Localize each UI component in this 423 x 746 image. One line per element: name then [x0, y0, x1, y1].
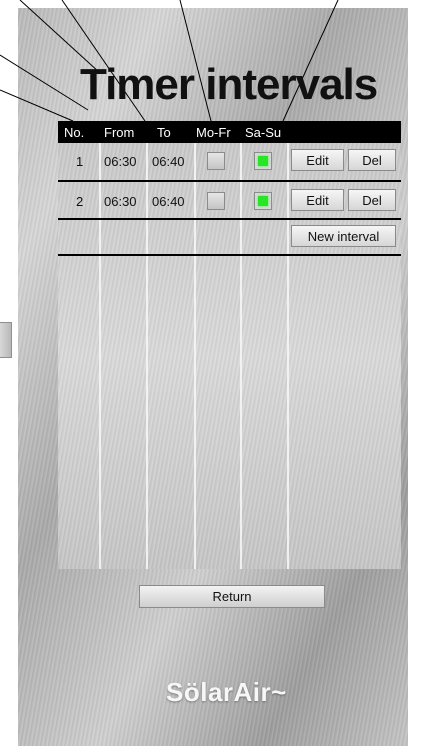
edit-button[interactable]: Edit	[291, 149, 344, 171]
row-number: 1	[76, 154, 84, 169]
sasu-checkbox[interactable]	[254, 152, 272, 170]
table-row: 2 06:30 06:40 Edit Del	[58, 183, 401, 220]
solarair-logo: SölarAir~	[166, 677, 287, 707]
edit-button[interactable]: Edit	[291, 189, 344, 211]
table-header: No. From To Mo-Fr Sa-Su	[58, 121, 401, 143]
header-mofr: Mo-Fr	[196, 125, 231, 140]
mofr-checkbox[interactable]	[207, 152, 225, 170]
row-from-time: 06:30	[104, 194, 137, 209]
header-sasu: Sa-Su	[245, 125, 282, 140]
row-from-time: 06:30	[104, 154, 137, 169]
row-number: 2	[76, 194, 84, 209]
header-to: To	[157, 125, 171, 140]
delete-button[interactable]: Del	[348, 189, 396, 211]
new-interval-button[interactable]: New interval	[291, 225, 396, 247]
row-divider	[58, 218, 401, 220]
header-from: From	[104, 125, 135, 140]
header-no: No.	[64, 125, 85, 140]
page-title: Timer intervals	[80, 60, 378, 109]
new-interval-row: New interval	[58, 221, 401, 257]
row-to-time: 06:40	[152, 194, 185, 209]
row-divider	[58, 180, 401, 182]
mofr-checkbox[interactable]	[207, 192, 225, 210]
row-to-time: 06:40	[152, 154, 185, 169]
sasu-checkbox[interactable]	[254, 192, 272, 210]
table-row: 1 06:30 06:40 Edit Del	[58, 143, 401, 182]
delete-button[interactable]: Del	[348, 149, 396, 171]
intervals-table: 1 06:30 06:40 Edit Del 2 06:30 06:40 Edi…	[58, 143, 401, 569]
row-divider	[58, 254, 401, 256]
return-button[interactable]: Return	[139, 585, 325, 608]
side-tab	[0, 322, 12, 358]
